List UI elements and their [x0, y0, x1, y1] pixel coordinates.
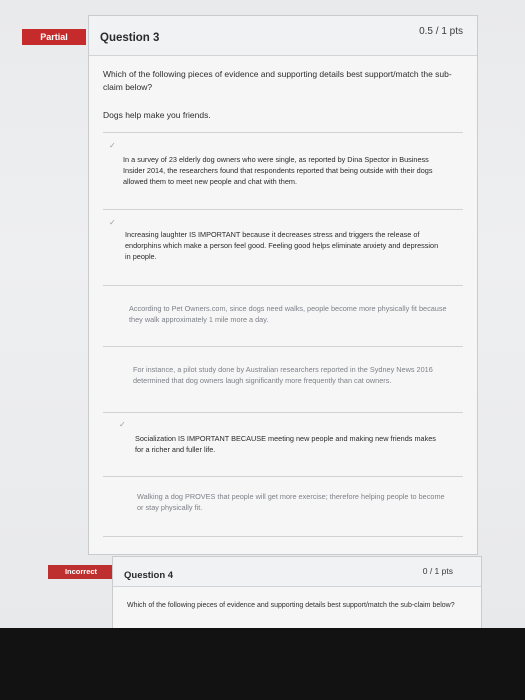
- check-icon: ✓: [109, 218, 116, 227]
- answer-option-3[interactable]: According to Pet Owners.com, since dogs …: [129, 303, 449, 325]
- question-3-title: Question 3: [100, 32, 160, 44]
- answer-divider: [103, 346, 463, 347]
- screen-bezel: [0, 628, 525, 700]
- answer-divider: [103, 132, 463, 133]
- check-icon: ✓: [119, 420, 126, 429]
- partial-badge: Partial: [22, 29, 86, 45]
- quiz-results-page: Partial Question 3 0.5 / 1 pts Which of …: [0, 0, 525, 630]
- incorrect-badge: Incorrect: [48, 565, 114, 579]
- answer-divider: [103, 209, 463, 210]
- check-icon: ✓: [109, 141, 116, 150]
- answer-option-6[interactable]: Walking a dog PROVES that people will ge…: [137, 491, 447, 513]
- question-4-prompt: Which of the following pieces of evidenc…: [127, 602, 455, 609]
- question-3-points: 0.5 / 1 pts: [419, 26, 463, 37]
- answer-option-5[interactable]: Socialization IS IMPORTANT BECAUSE meeti…: [135, 433, 445, 455]
- answer-option-2[interactable]: Increasing laughter IS IMPORTANT because…: [125, 229, 443, 262]
- answer-divider: [103, 412, 463, 413]
- question-3-card: Question 3 0.5 / 1 pts Which of the foll…: [88, 15, 478, 555]
- answer-option-4[interactable]: For instance, a pilot study done by Aust…: [133, 364, 443, 386]
- question-3-prompt: Which of the following pieces of evidenc…: [103, 69, 452, 92]
- question-4-card: Question 4 0 / 1 pts Which of the follow…: [112, 556, 482, 630]
- answer-divider: [103, 285, 463, 286]
- question-4-points: 0 / 1 pts: [422, 566, 453, 576]
- answer-divider: [103, 476, 463, 477]
- question-3-header: Question 3 0.5 / 1 pts: [89, 16, 477, 56]
- question-4-header: Question 4 0 / 1 pts: [113, 557, 481, 587]
- answer-divider: [103, 536, 463, 537]
- question-4-title: Question 4: [124, 570, 174, 581]
- answer-option-1[interactable]: In a survey of 23 elderly dog owners who…: [123, 154, 448, 187]
- question-3-subclaim: Dogs help make you friends.: [103, 110, 211, 120]
